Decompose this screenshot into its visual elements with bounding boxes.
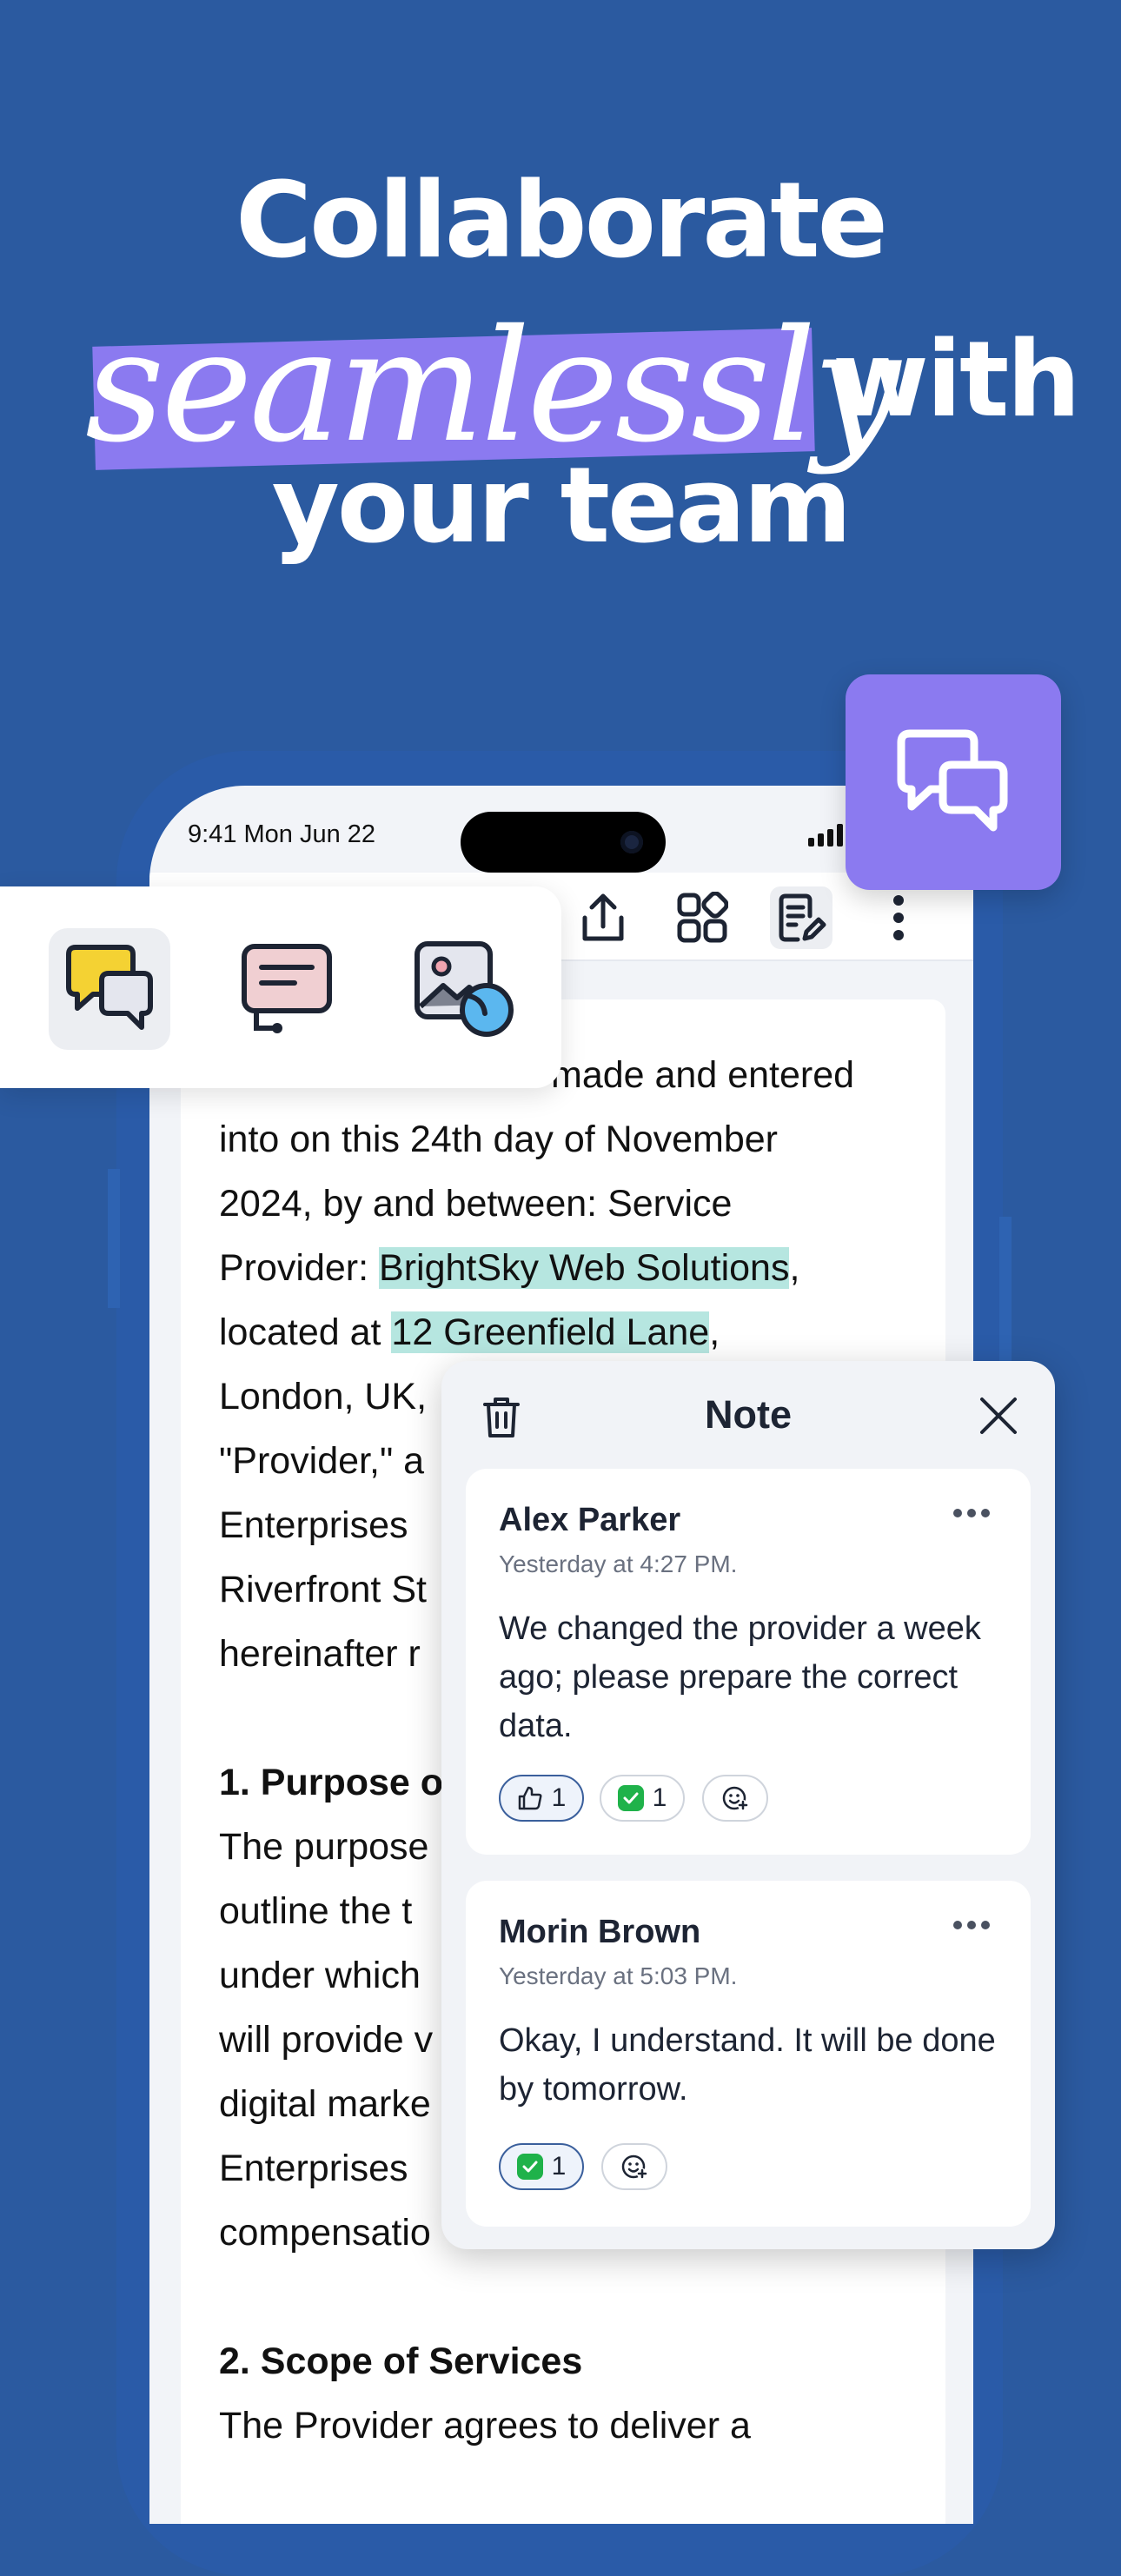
add-reaction-button[interactable] (601, 2143, 667, 2190)
comment-card: Alex Parker Yesterday at 4:27 PM. We cha… (466, 1469, 1031, 1855)
doc-line: located at 12 Greenfield Lane, (219, 1300, 914, 1364)
reaction-check[interactable]: 1 (600, 1775, 685, 1822)
comment-time: Yesterday at 4:27 PM. (499, 1550, 738, 1577)
section-heading: 2. Scope of Services (219, 2340, 583, 2382)
highlighted-company[interactable]: BrightSky Web Solutions (379, 1247, 790, 1289)
doc-line: The Provider agrees to deliver a (219, 2405, 751, 2447)
note-icon (242, 944, 332, 1033)
apps-grid-icon (677, 892, 728, 943)
add-emoji-icon (722, 1786, 748, 1810)
more-vertical-icon (893, 895, 904, 940)
more-horizontal-icon (953, 1921, 990, 1929)
headline-line-2: seamlessly with (0, 287, 1121, 476)
image-sticker-icon (415, 941, 514, 1037)
status-time: 9:41 Mon Jun 22 (188, 820, 376, 848)
add-reaction-button[interactable] (702, 1775, 768, 1822)
annotate-button[interactable] (770, 886, 832, 949)
note-panel: Note Alex Parker Yesterday at 4:27 PM. W… (441, 1361, 1055, 2249)
phone-side-button (108, 1169, 120, 1308)
comments-badge (846, 674, 1061, 890)
close-icon (980, 1398, 1017, 1434)
doc-text-span: located at (219, 1311, 392, 1353)
reaction-count: 1 (551, 1783, 567, 1812)
check-icon (617, 1785, 644, 1811)
comment-author: Alex Parker (499, 1502, 681, 1538)
doc-text-span: , (789, 1247, 800, 1289)
comments-icon (66, 945, 153, 1030)
comment-time: Yesterday at 5:03 PM. (499, 1962, 738, 1989)
edit-document-icon (779, 893, 826, 942)
dynamic-island (461, 812, 666, 873)
highlighted-address[interactable]: 12 Greenfield Lane (391, 1311, 710, 1353)
annotation-tool-panel (0, 886, 561, 1088)
more-horizontal-icon (953, 1509, 990, 1517)
comment-message: Okay, I understand. It will be done by t… (499, 2022, 996, 2108)
image-stamp-tool-button[interactable] (403, 928, 525, 1050)
comment-card: Morin Brown Yesterday at 5:03 PM. Okay, … (466, 1881, 1031, 2227)
thumbs-up-icon (518, 1786, 542, 1810)
apps-button[interactable] (671, 886, 733, 949)
doc-text-span: , (709, 1311, 720, 1353)
comment-author: Morin Brown (499, 1914, 701, 1950)
headline-with: with (832, 320, 1081, 441)
comment-message: We changed the provider a week ago; plea… (499, 1610, 981, 1744)
reaction-check[interactable]: 1 (499, 2143, 584, 2190)
chat-bubbles-icon (897, 729, 1008, 832)
add-emoji-icon (621, 2154, 647, 2179)
note-title: Note (705, 1392, 792, 1437)
close-note-button[interactable] (978, 1396, 1018, 1440)
comment-more-button[interactable] (952, 1919, 991, 1935)
note-tool-button[interactable] (226, 928, 348, 1050)
comment-tool-button[interactable] (49, 928, 170, 1050)
doc-text-span: Provider: (219, 1247, 380, 1289)
reaction-count: 1 (652, 1783, 667, 1812)
more-menu-button[interactable] (867, 886, 930, 949)
check-icon (516, 2154, 543, 2180)
reaction-count: 1 (551, 2152, 567, 2181)
share-icon (582, 893, 624, 941)
signal-icon (807, 823, 843, 846)
camera-icon (620, 831, 643, 853)
share-button[interactable] (572, 886, 634, 949)
headline-script-word: seamlessly (85, 296, 900, 476)
doc-line: into on this 24th day of November (219, 1119, 778, 1160)
doc-line: Provider: BrightSky Web Solutions, (219, 1236, 914, 1300)
headline: Collaborate seamlessly with your team (0, 156, 1121, 572)
headline-line-1: Collaborate (235, 161, 888, 282)
reaction-thumbs-up[interactable]: 1 (499, 1775, 584, 1822)
comment-more-button[interactable] (952, 1507, 991, 1523)
doc-line: 2024, by and between: Service (219, 1183, 733, 1225)
